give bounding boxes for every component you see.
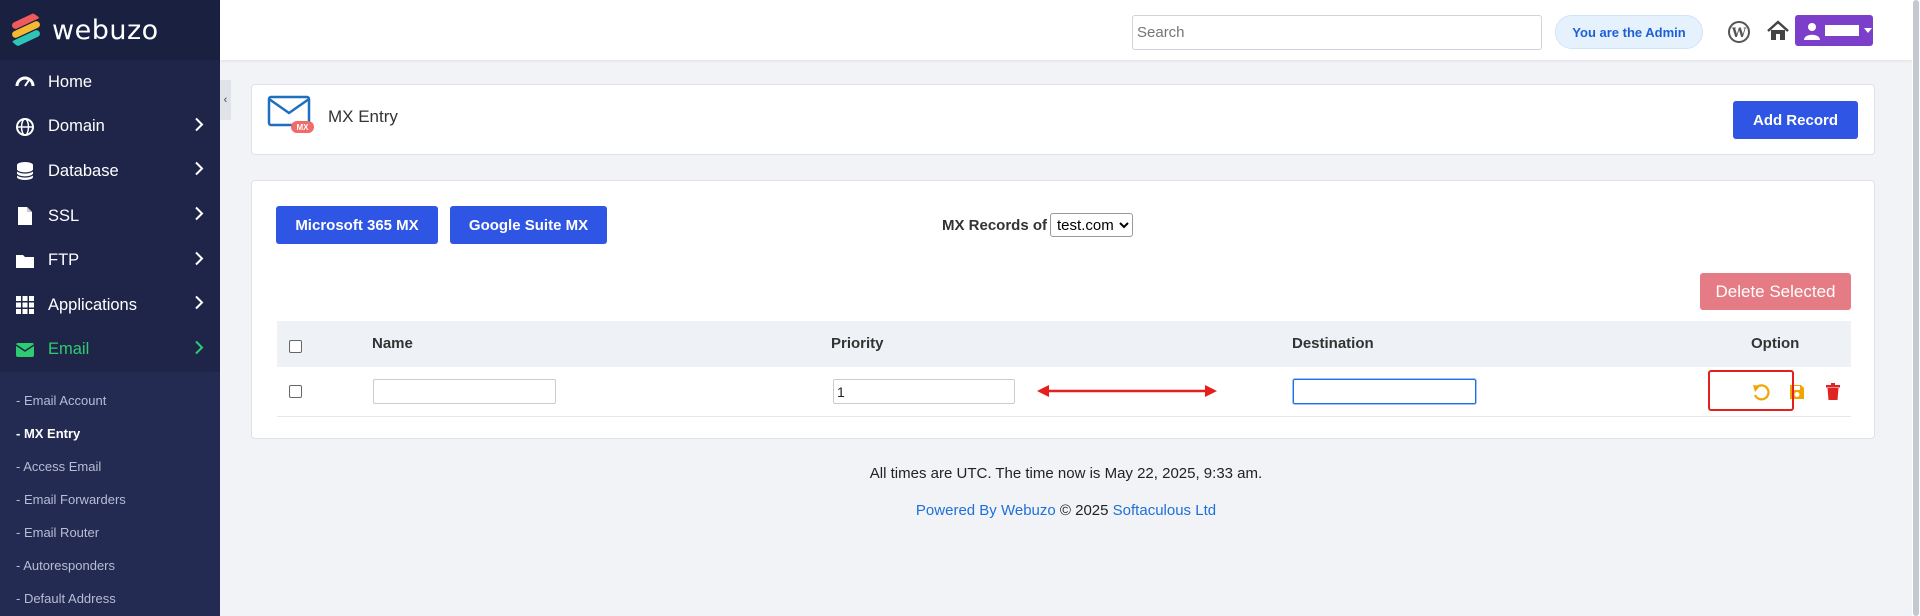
- powered-by-link[interactable]: Powered By Webuzo: [916, 502, 1056, 519]
- table-row: [277, 367, 1851, 417]
- company-link[interactable]: Softaculous Ltd: [1113, 502, 1216, 519]
- sidebar-item-label: FTP: [48, 251, 80, 270]
- search-input[interactable]: [1132, 15, 1542, 50]
- column-header-destination: Destination: [1292, 335, 1374, 352]
- submenu-item-access-email[interactable]: - Access Email: [0, 450, 220, 483]
- mx-envelope-icon: MX: [267, 95, 314, 133]
- table-header: Name Priority Destination Option: [277, 321, 1851, 367]
- sidebar-item-label: Database: [48, 161, 119, 180]
- mx-badge-label: MX: [297, 123, 310, 132]
- annotation-double-arrow: [1037, 385, 1217, 397]
- chevron-right-icon: [194, 251, 204, 270]
- chevron-right-icon: [194, 162, 204, 181]
- sidebar-item-email[interactable]: Email: [0, 328, 220, 373]
- mx-records-card: Microsoft 365 MX Google Suite MX MX Reco…: [251, 180, 1875, 439]
- sidebar-item-applications[interactable]: Applications: [0, 283, 220, 328]
- sidebar-menu: Home Domain Database SSL FTP Application…: [0, 60, 220, 372]
- envelope-icon: [14, 339, 36, 361]
- select-all-checkbox[interactable]: [289, 340, 302, 353]
- row-checkbox[interactable]: [289, 385, 302, 398]
- sidebar-item-label: Domain: [48, 117, 105, 136]
- user-icon: [1804, 22, 1820, 40]
- google-suite-mx-button[interactable]: Google Suite MX: [450, 206, 607, 244]
- chevron-right-icon: [194, 296, 204, 315]
- submenu-item-default-address[interactable]: - Default Address: [0, 582, 220, 615]
- file-icon: [14, 205, 36, 227]
- submenu-item-email-forwarders[interactable]: - Email Forwarders: [0, 483, 220, 516]
- brand-name: webuzo: [52, 14, 159, 46]
- globe-icon: [14, 116, 36, 138]
- mx-records-label: MX Records of: [942, 216, 1048, 234]
- svg-text:W: W: [1731, 26, 1747, 41]
- sidebar-item-database[interactable]: Database: [0, 149, 220, 194]
- dashboard-icon: [14, 71, 36, 93]
- database-icon: [14, 160, 36, 182]
- submenu-item-mx-entry[interactable]: - MX Entry: [0, 417, 220, 450]
- column-header-priority: Priority: [831, 335, 884, 352]
- grid-icon: [14, 294, 36, 316]
- footer-credits: Powered By Webuzo © 2025 Softaculous Ltd: [220, 502, 1912, 519]
- chevron-right-icon: [194, 340, 204, 359]
- annotation-highlight-box: [1708, 370, 1794, 411]
- sidebar-item-label: Email: [48, 340, 90, 359]
- admin-badge[interactable]: You are the Admin: [1555, 15, 1703, 49]
- sidebar-item-ssl[interactable]: SSL: [0, 194, 220, 239]
- scrollbar-track[interactable]: [1912, 0, 1920, 616]
- column-header-option: Option: [1751, 335, 1800, 352]
- caret-down-icon: [1864, 28, 1872, 33]
- folder-icon: [14, 250, 36, 272]
- page-title: MX Entry: [328, 107, 398, 126]
- priority-input[interactable]: [833, 379, 1015, 404]
- copyright-text: © 2025: [1055, 502, 1113, 519]
- sidebar: webuzo Home Domain Database SSL FTP Appl…: [0, 0, 220, 616]
- email-submenu: - Email Account - MX Entry - Access Emai…: [0, 372, 220, 616]
- chevron-right-icon: [194, 117, 204, 136]
- server-time-text: All times are UTC. The time now is May 2…: [869, 465, 1263, 482]
- wordpress-icon[interactable]: W: [1727, 20, 1751, 44]
- domain-select[interactable]: test.com: [1050, 213, 1134, 237]
- name-input[interactable]: [373, 379, 556, 404]
- submenu-item-email-router[interactable]: - Email Router: [0, 516, 220, 549]
- sidebar-collapse-toggle[interactable]: ‹: [220, 80, 231, 120]
- scrollbar-thumb[interactable]: [1913, 0, 1919, 616]
- column-header-name: Name: [372, 335, 413, 352]
- submenu-item-email-account[interactable]: - Email Account: [0, 384, 220, 417]
- delete-selected-button[interactable]: Delete Selected: [1700, 273, 1851, 310]
- sidebar-item-label: SSL: [48, 206, 80, 225]
- sidebar-item-label: Home: [48, 72, 93, 91]
- username-redacted: [1825, 25, 1859, 36]
- sidebar-item-label: Applications: [48, 295, 137, 314]
- sidebar-item-home[interactable]: Home: [0, 60, 220, 105]
- trash-icon[interactable]: [1823, 382, 1843, 402]
- sidebar-item-domain[interactable]: Domain: [0, 105, 220, 150]
- mx-records-domain-selector: MX Records of test.com: [942, 213, 1134, 237]
- brand-logo[interactable]: webuzo: [0, 0, 220, 60]
- user-menu-button[interactable]: [1795, 15, 1873, 46]
- chevron-right-icon: [194, 206, 204, 226]
- add-record-button[interactable]: Add Record: [1733, 101, 1858, 139]
- page-header-card: MX MX Entry Add Record: [251, 84, 1875, 155]
- microsoft-365-mx-button[interactable]: Microsoft 365 MX: [276, 206, 438, 244]
- submenu-item-autoresponders[interactable]: - Autoresponders: [0, 549, 220, 582]
- sidebar-item-ftp[interactable]: FTP: [0, 238, 220, 283]
- webuzo-logo-icon: [8, 12, 44, 48]
- home-icon[interactable]: [1765, 18, 1791, 44]
- topbar: You are the Admin W: [220, 0, 1912, 60]
- destination-input[interactable]: [1293, 379, 1476, 404]
